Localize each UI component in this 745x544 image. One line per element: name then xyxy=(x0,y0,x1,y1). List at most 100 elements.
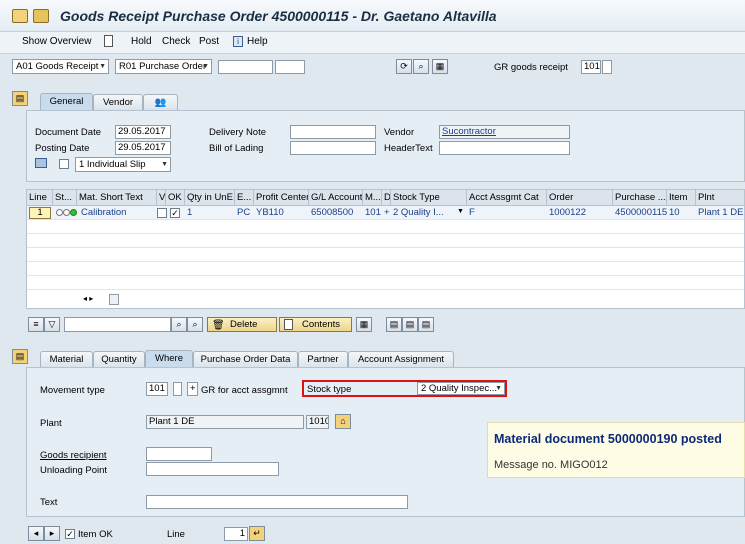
col-header-debit[interactable]: D xyxy=(382,190,391,206)
delete-button[interactable]: 🗑 Delete xyxy=(207,317,277,332)
menu-icon[interactable] xyxy=(12,9,28,23)
previous-item-icon[interactable]: ◂ xyxy=(28,526,44,541)
col-header-order[interactable]: Order xyxy=(547,190,613,206)
vendor-field[interactable]: Sucontractor xyxy=(439,125,570,139)
layout-icon[interactable]: ▦ xyxy=(356,317,372,332)
header-text-input[interactable] xyxy=(439,141,570,155)
next-item-icon[interactable]: ▸ xyxy=(44,526,60,541)
find-next-icon[interactable]: ⌕ xyxy=(187,317,203,332)
tab-quantity[interactable]: Quantity xyxy=(93,351,145,367)
scroll-arrows-icon[interactable]: ◂ ▸ xyxy=(83,294,93,303)
align-icon[interactable]: ≡ xyxy=(28,317,44,332)
ok-checkbox[interactable]: ✓ xyxy=(170,208,180,218)
col-header-plant[interactable]: Plnt xyxy=(696,190,744,206)
tab-partner[interactable]: Partner xyxy=(298,351,348,367)
favorites-icon[interactable] xyxy=(33,9,49,23)
line-input[interactable]: 1 xyxy=(224,527,248,541)
tab-material[interactable]: Material xyxy=(40,351,93,367)
details-icon[interactable]: ▤ xyxy=(418,317,434,332)
find-icon[interactable]: ⌕ xyxy=(171,317,187,332)
binoculars-icon[interactable]: ⌕ xyxy=(413,59,429,74)
movement-cell[interactable]: 101 xyxy=(363,206,382,220)
col-header-gl-account[interactable]: G/L Account xyxy=(309,190,363,206)
grid-search-input[interactable] xyxy=(64,317,171,332)
item-ok-checkbox[interactable]: ✓ xyxy=(65,529,75,539)
execute-icon[interactable]: ⟳ xyxy=(396,59,412,74)
paste-icon[interactable]: ▤ xyxy=(402,317,418,332)
tab-where[interactable]: Where xyxy=(145,350,193,367)
qty-cell[interactable]: 1 xyxy=(185,206,235,220)
unit-cell[interactable]: PC xyxy=(235,206,254,220)
gl-account-cell[interactable]: 65008500 xyxy=(309,206,363,220)
movement-type-extra[interactable] xyxy=(173,382,182,396)
document-date-input[interactable]: 29.05.2017 xyxy=(115,125,171,139)
order-cell[interactable]: 1000122 xyxy=(547,206,613,220)
show-overview-button[interactable]: Show Overview xyxy=(22,36,91,47)
acct-cat-cell[interactable]: F xyxy=(467,206,547,220)
col-header-purchase-order[interactable]: Purchase ... xyxy=(613,190,667,206)
delivery-note-input[interactable] xyxy=(290,125,376,139)
reference-item-input[interactable] xyxy=(275,60,305,74)
horizontal-scrollbar[interactable] xyxy=(109,294,119,305)
line-number-cell[interactable]: 1 xyxy=(29,207,51,219)
contents-button[interactable]: Contents xyxy=(279,317,352,332)
slip-dropdown[interactable]: 1 Individual Slip xyxy=(75,157,171,172)
profit-center-cell[interactable]: YB110 xyxy=(254,206,309,220)
v-checkbox[interactable] xyxy=(157,208,167,218)
purchase-order-cell[interactable]: 4500000115 xyxy=(613,206,667,220)
tab-general[interactable]: General xyxy=(40,93,93,110)
chevron-down-icon[interactable]: ▼ xyxy=(457,208,464,215)
copy-icon[interactable]: ▤ xyxy=(386,317,402,332)
collapse-header-icon[interactable]: ▤ xyxy=(12,91,28,106)
col-header-v[interactable]: V xyxy=(157,190,166,206)
filter-icon[interactable]: ▽ xyxy=(44,317,60,332)
stock-type-dropdown[interactable]: 2 Quality Inspec... xyxy=(417,382,505,395)
reference-dropdown[interactable]: R01 Purchase Order xyxy=(115,59,212,74)
gr-acct-label: GR for acct assgmnt xyxy=(201,385,288,396)
reference-number-input[interactable] xyxy=(218,60,273,74)
text-input[interactable] xyxy=(146,495,408,509)
col-header-mat-short-text[interactable]: Mat. Short Text xyxy=(77,190,157,206)
posting-date-input[interactable]: 29.05.2017 xyxy=(115,141,171,155)
col-header-acct-cat[interactable]: Acct Assgmt Cat xyxy=(467,190,547,206)
print-checkbox[interactable] xyxy=(59,159,69,169)
col-header-status[interactable]: St... xyxy=(53,190,77,206)
col-header-ok[interactable]: OK xyxy=(166,190,185,206)
movement-code-field[interactable]: 101 xyxy=(581,60,601,74)
movement-type-field[interactable]: 101 xyxy=(146,382,168,396)
col-header-stock-type[interactable]: Stock Type xyxy=(391,190,467,206)
goto-line-icon[interactable]: ↵ xyxy=(249,526,265,541)
col-header-qty[interactable]: Qty in UnE xyxy=(185,190,235,206)
movement-code-extra[interactable] xyxy=(602,60,612,74)
post-button[interactable]: Post xyxy=(199,36,219,47)
action-dropdown[interactable]: A01 Goods Receipt xyxy=(12,59,109,74)
tab-partner-icon[interactable]: 👥 xyxy=(143,94,178,110)
col-header-unit[interactable]: E... xyxy=(235,190,254,206)
plant-address-icon[interactable]: ⌂ xyxy=(335,414,351,429)
info-icon[interactable]: i xyxy=(233,36,243,47)
tab-purchase-order-data[interactable]: Purchase Order Data xyxy=(193,351,298,367)
col-header-profit-center[interactable]: Profit Center xyxy=(254,190,309,206)
hold-button[interactable]: Hold xyxy=(131,36,152,47)
tab-vendor[interactable]: Vendor xyxy=(93,94,143,110)
mat-short-text-cell[interactable]: Calibration xyxy=(79,206,157,220)
printer-icon[interactable] xyxy=(35,158,47,168)
grid-icon[interactable]: ▦ xyxy=(432,59,448,74)
col-header-movement[interactable]: M... xyxy=(363,190,382,206)
col-header-item[interactable]: Item xyxy=(667,190,696,206)
bill-of-lading-input[interactable] xyxy=(290,141,376,155)
stock-type-cell[interactable]: 2 Quality I... xyxy=(391,206,457,220)
goods-recipient-input[interactable] xyxy=(146,447,212,461)
unloading-point-input[interactable] xyxy=(146,462,279,476)
plant-cell[interactable]: Plant 1 DE xyxy=(696,206,744,220)
sign-field[interactable]: + xyxy=(187,382,198,396)
item-cell[interactable]: 10 xyxy=(667,206,696,220)
check-button[interactable]: Check xyxy=(162,36,190,47)
col-header-line[interactable]: Line xyxy=(27,190,53,206)
debit-cell[interactable]: + xyxy=(382,206,391,220)
new-document-icon[interactable] xyxy=(104,35,113,47)
help-button[interactable]: Help xyxy=(247,36,268,47)
tab-account-assignment[interactable]: Account Assignment xyxy=(348,351,454,367)
collapse-detail-icon[interactable]: ▤ xyxy=(12,349,28,364)
window-title: Goods Receipt Purchase Order 4500000115 … xyxy=(60,8,497,24)
